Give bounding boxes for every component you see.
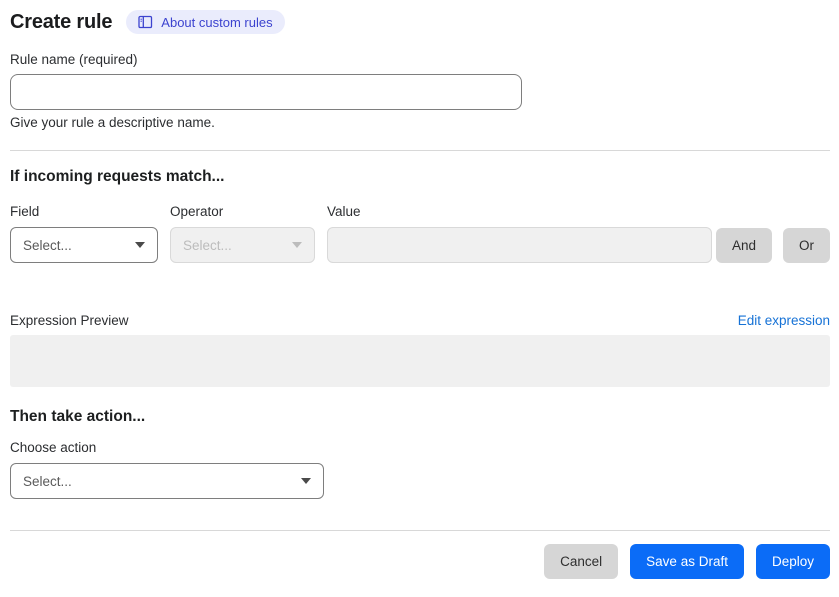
about-custom-rules-link[interactable]: About custom rules <box>126 10 285 34</box>
operator-select[interactable]: Select... <box>170 227 315 263</box>
expression-preview-row: Expression Preview Edit expression <box>10 313 830 328</box>
value-label: Value <box>327 204 361 219</box>
match-controls-row: Select... Select... And Or <box>10 227 830 263</box>
header: Create rule About custom rules <box>10 10 830 34</box>
footer-actions: Cancel Save as Draft Deploy <box>10 544 830 579</box>
book-icon <box>138 15 153 29</box>
match-labels-row: Field Operator Value <box>10 204 830 219</box>
save-as-draft-button[interactable]: Save as Draft <box>630 544 744 579</box>
rule-name-help-text: Give your rule a descriptive name. <box>10 115 215 130</box>
operator-select-value: Select... <box>183 237 232 253</box>
and-button[interactable]: And <box>715 227 772 263</box>
create-rule-form: Create rule About custom rules Rule name… <box>0 0 839 579</box>
field-select-value: Select... <box>23 237 72 253</box>
cancel-button[interactable]: Cancel <box>544 544 619 579</box>
chevron-down-icon <box>135 242 145 248</box>
or-button[interactable]: Or <box>783 227 830 263</box>
section-divider <box>10 150 830 151</box>
chevron-down-icon <box>301 478 311 484</box>
about-custom-rules-label: About custom rules <box>161 14 273 30</box>
match-section-heading: If incoming requests match... <box>10 168 225 185</box>
expression-preview-box <box>10 335 830 387</box>
expression-preview-label: Expression Preview <box>10 313 129 328</box>
chevron-down-icon <box>292 242 302 248</box>
rule-name-input[interactable] <box>10 74 522 110</box>
field-select[interactable]: Select... <box>10 227 158 263</box>
deploy-button[interactable]: Deploy <box>755 544 830 579</box>
action-section-heading: Then take action... <box>10 408 146 425</box>
edit-expression-link[interactable]: Edit expression <box>738 313 830 328</box>
value-input[interactable] <box>327 227 712 263</box>
operator-label: Operator <box>170 204 224 219</box>
page-title: Create rule <box>10 10 113 33</box>
footer-divider <box>10 530 830 531</box>
choose-action-select-value: Select... <box>23 473 72 489</box>
field-label: Field <box>10 204 40 219</box>
choose-action-select[interactable]: Select... <box>10 463 324 499</box>
choose-action-label: Choose action <box>10 440 97 455</box>
rule-name-label: Rule name (required) <box>10 52 138 67</box>
